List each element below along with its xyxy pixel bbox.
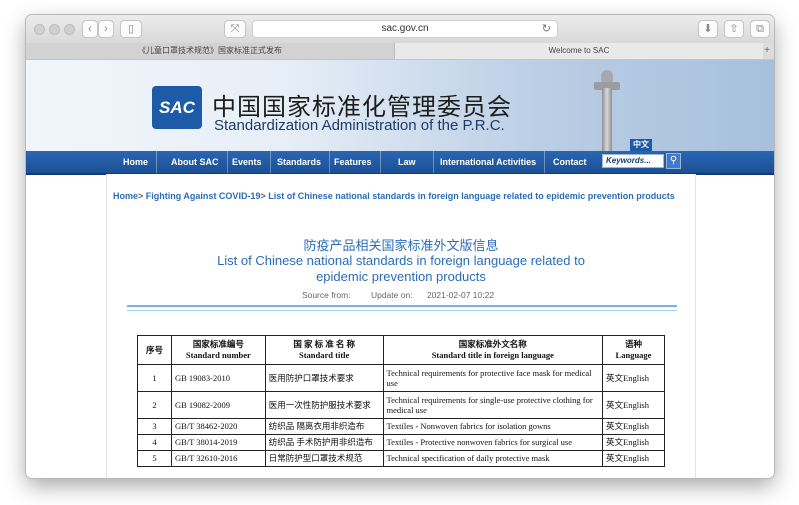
nav-events[interactable]: Events: [224, 151, 271, 173]
reload-icon[interactable]: ↻: [542, 22, 551, 35]
cell-title: 医用一次性防护服技术要求: [264, 391, 384, 419]
cell-title: 纺织品 手术防护用非织造布: [264, 434, 384, 451]
chevron-left-icon: ‹: [88, 23, 92, 35]
table-row: 4 GB/T 38014-2019 纺织品 手术防护用非织造布 Textiles…: [137, 434, 665, 451]
cell-title-en: Technical specification of daily protect…: [382, 450, 604, 467]
cell-no: 5: [137, 450, 172, 467]
nav-home[interactable]: Home: [115, 151, 158, 173]
search-button[interactable]: ⚲: [666, 153, 681, 169]
header-language: 语种 Language: [602, 335, 665, 365]
cell-title: 纺织品 隔离衣用非织造布: [264, 418, 384, 435]
search-input[interactable]: Keywords...: [602, 154, 664, 168]
downloads-button[interactable]: ⬇: [698, 20, 718, 38]
cell-no: 2: [137, 391, 172, 419]
reader-button[interactable]: ⤧: [224, 20, 246, 38]
tab-standards-news[interactable]: 《儿童口罩技术规范》国家标准正式发布: [26, 43, 395, 59]
browser-window: ‹ › ▯ ⤧ sac.gov.cn ↻ ⬇ ⇧ ⧉ 《儿童口罩技术规范》国家标…: [26, 15, 774, 478]
back-button[interactable]: ‹: [82, 20, 98, 38]
breadcrumb-section[interactable]: Fighting Against COVID-19: [146, 191, 261, 201]
download-icon: ⬇: [703, 23, 713, 35]
sidebar-icon: ▯: [127, 23, 135, 35]
share-button[interactable]: ⇧: [724, 20, 744, 38]
site-banner: SAC 中国国家标准化管理委员会 Standardization Adminis…: [26, 60, 774, 151]
close-window-button[interactable]: [34, 24, 45, 35]
header-standard-title: 国 家 标 准 名 称 Standard title: [264, 335, 384, 365]
nav-international-activities[interactable]: International Activities: [432, 151, 546, 173]
address-bar[interactable]: sac.gov.cn ↻: [252, 20, 558, 38]
cell-number: GB 19083-2010: [170, 364, 266, 392]
cell-number: GB 19082-2009: [170, 391, 266, 419]
cell-title-en: Textiles - Protective nonwoven fabrics f…: [382, 434, 604, 451]
nav-features[interactable]: Features: [326, 151, 381, 173]
update-label: Update on:: [370, 290, 413, 300]
cell-title-en: Textiles - Nonwoven fabrics for isolatio…: [382, 418, 604, 435]
nav-standards[interactable]: Standards: [269, 151, 331, 173]
chevron-right-icon: ›: [104, 23, 108, 35]
nav-about-sac[interactable]: About SAC: [163, 151, 228, 173]
nav-contact[interactable]: Contact: [545, 151, 595, 173]
search-icon: ⚲: [669, 155, 678, 166]
cell-title-en: Technical requirements for protective fa…: [382, 364, 604, 392]
table-row: 3 GB/T 38462-2020 纺织品 隔离衣用非织造布 Textiles …: [137, 418, 665, 435]
source-label: Source from:: [301, 290, 351, 300]
cell-no: 4: [137, 434, 172, 451]
site-title-en: Standardization Administration of the P.…: [214, 117, 505, 134]
web-page: SAC 中国国家标准化管理委员会 Standardization Adminis…: [26, 60, 774, 478]
sac-logo[interactable]: SAC: [152, 86, 202, 129]
cell-number: GB/T 38462-2020: [170, 418, 266, 435]
share-icon: ⇧: [729, 23, 739, 35]
article-title-cn: 防疫产品相关国家标准外文版信息: [303, 239, 499, 254]
tab-overview-button[interactable]: ⧉: [750, 20, 770, 38]
cell-title: 医用防护口罩技术要求: [264, 364, 384, 392]
cell-no: 1: [137, 364, 172, 392]
cell-language: 英文English: [602, 391, 665, 419]
reader-icon: ⤧: [230, 23, 240, 35]
cell-number: GB/T 38014-2019: [170, 434, 266, 451]
browser-toolbar: ‹ › ▯ ⤧ sac.gov.cn ↻ ⬇ ⇧ ⧉: [26, 15, 774, 44]
cell-no: 3: [137, 418, 172, 435]
cell-language: 英文English: [602, 450, 665, 467]
sidebar-button[interactable]: ▯: [120, 20, 142, 38]
tab-bar: 《儿童口罩技术规范》国家标准正式发布 Welcome to SAC +: [26, 43, 774, 60]
tab-welcome-sac[interactable]: Welcome to SAC: [395, 43, 763, 59]
breadcrumb-current[interactable]: List of Chinese national standards in fo…: [268, 191, 675, 201]
huabiao-column-image: [592, 68, 622, 151]
article-title-en: List of Chinese national standards in fo…: [217, 253, 585, 284]
new-tab-icon[interactable]: +: [762, 43, 772, 59]
minimize-window-button[interactable]: [49, 24, 60, 35]
breadcrumb-home[interactable]: Home: [113, 191, 138, 201]
table-row: 5 GB/T 32610-2016 日常防护型口罩技术规范 Technical …: [137, 450, 665, 467]
cell-language: 英文English: [602, 364, 665, 392]
zoom-window-button[interactable]: [64, 24, 75, 35]
url-text: sac.gov.cn: [381, 23, 429, 34]
content-area: Home> Fighting Against COVID-19> List of…: [106, 174, 696, 478]
cell-number: GB/T 32610-2016: [170, 450, 266, 467]
nav-law[interactable]: Law: [381, 151, 434, 173]
update-date: 2021-02-07 10:22: [426, 290, 495, 300]
tabs-icon: ⧉: [756, 23, 764, 35]
standards-table: 序号 国家标准编号 Standard number 国 家 标 准 名 称 Stan…: [137, 335, 665, 467]
article-meta: Source from: Update on: 2021-02-07 10:22: [107, 290, 695, 300]
title-divider-thin: [127, 310, 677, 311]
main-nav: Home About SAC Events Standards Features…: [26, 151, 774, 175]
forward-button[interactable]: ›: [98, 20, 114, 38]
header-foreign-title: 国家标准外文名称 Standard title in foreign langua…: [382, 335, 604, 365]
title-divider: [127, 305, 677, 307]
table-row: 2 GB 19082-2009 医用一次性防护服技术要求 Technical r…: [137, 391, 665, 419]
cell-title-en: Technical requirements for single-use pr…: [382, 391, 604, 419]
table-row: 1 GB 19083-2010 医用防护口罩技术要求 Technical req…: [137, 364, 665, 392]
cell-language: 英文English: [602, 434, 665, 451]
table-header-row: 序号 国家标准编号 Standard number 国 家 标 准 名 称 Stan…: [137, 335, 665, 365]
chinese-language-link[interactable]: 中文: [630, 139, 652, 151]
cell-title: 日常防护型口罩技术规范: [264, 450, 384, 467]
header-no: 序号: [137, 335, 172, 365]
breadcrumb: Home> Fighting Against COVID-19> List of…: [113, 191, 675, 201]
header-standard-number: 国家标准编号 Standard number: [170, 335, 266, 365]
cell-language: 英文English: [602, 418, 665, 435]
